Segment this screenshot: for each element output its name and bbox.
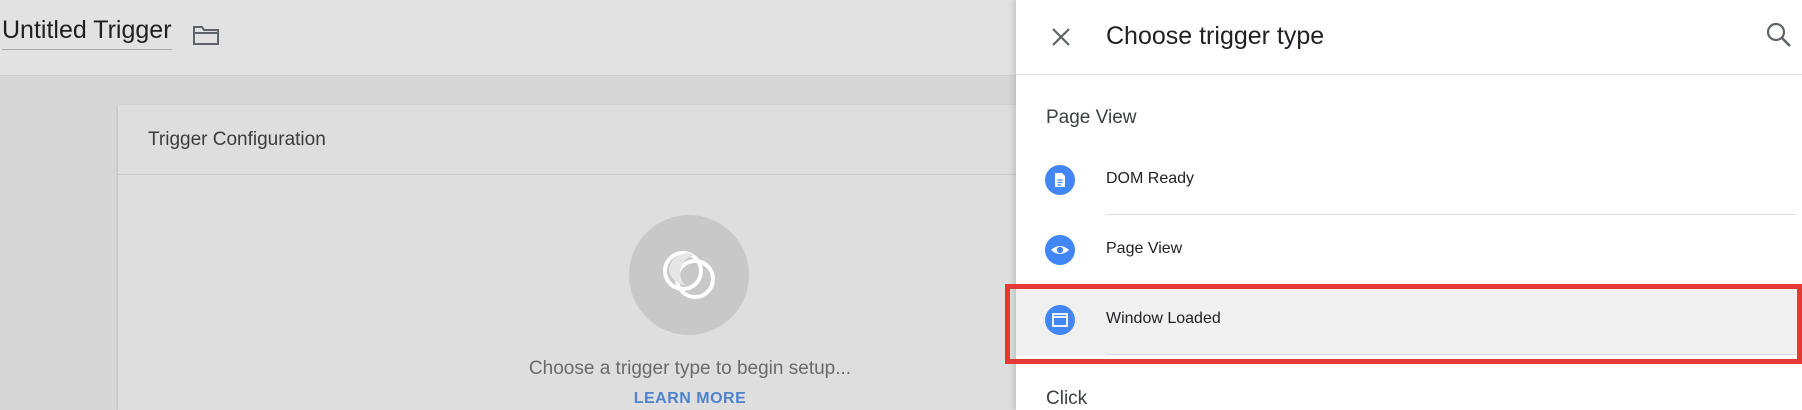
document-icon [1045,165,1075,195]
trigger-name-field[interactable]: Untitled Trigger [2,16,172,50]
trigger-type-window-loaded[interactable]: Window Loaded [1016,285,1802,355]
window-icon [1045,305,1075,335]
close-icon[interactable] [1046,22,1076,52]
editor-header: Untitled Trigger [0,0,1016,76]
section-label-click: Click [1046,388,1088,409]
trigger-type-label: Page View [1106,240,1183,257]
trigger-type-label: Window Loaded [1106,310,1221,327]
trigger-placeholder-icon[interactable] [629,215,749,335]
card-divider [118,174,1016,175]
panel-title: Choose trigger type [1106,22,1325,50]
trigger-configuration-card[interactable]: Trigger Configuration Choose a trigger t… [118,105,1016,410]
card-title: Trigger Configuration [148,129,326,150]
learn-more-link[interactable]: LEARN MORE [418,390,962,408]
item-divider [1106,354,1796,355]
panel-header: Choose trigger type [1016,0,1802,75]
section-label-page-view: Page View [1046,107,1137,128]
eye-icon [1045,235,1075,265]
folder-icon[interactable] [192,23,220,47]
trigger-type-label: DOM Ready [1106,170,1195,187]
choose-trigger-type-panel: Choose trigger type Page View DOM Ready [1016,0,1802,410]
search-icon[interactable] [1764,20,1794,50]
trigger-type-page-view[interactable]: Page View [1016,215,1802,285]
trigger-type-dom-ready[interactable]: DOM Ready [1016,145,1802,215]
setup-hint-text: Choose a trigger type to begin setup... [528,358,852,379]
